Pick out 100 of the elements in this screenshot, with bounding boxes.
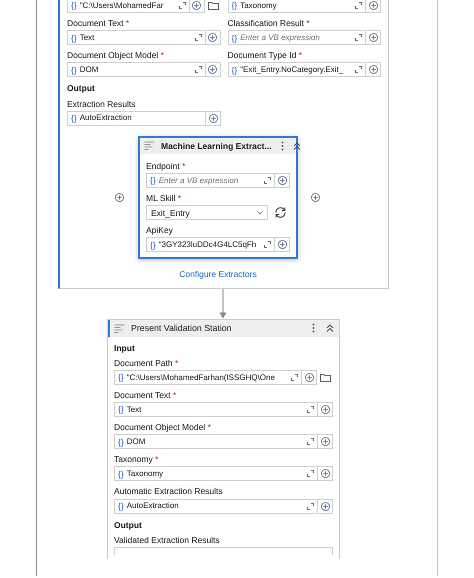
activity-icon xyxy=(114,324,125,332)
input-field[interactable]: {} Text xyxy=(114,402,318,418)
more-button[interactable] xyxy=(280,140,284,151)
add-button[interactable] xyxy=(318,498,333,514)
expand-icon xyxy=(307,406,314,414)
section-heading: Output xyxy=(114,520,143,530)
field-value[interactable]: Text xyxy=(76,32,194,42)
add-button[interactable] xyxy=(190,0,204,13)
plus-icon xyxy=(320,469,330,478)
add-button[interactable] xyxy=(366,30,381,46)
plus-icon xyxy=(208,65,217,74)
plus-icon xyxy=(368,65,378,74)
activity-icon xyxy=(144,141,155,150)
input-field[interactable]: {} "Exit_Entry.NoCategory.Exit_ xyxy=(228,62,366,78)
field-value[interactable]: AutoExtraction xyxy=(76,113,202,124)
braces-label: {} xyxy=(71,32,77,43)
braces-label: {} xyxy=(118,404,124,415)
plus-icon xyxy=(278,240,286,250)
field-label: Automatic Extraction Results xyxy=(114,486,223,496)
add-button[interactable] xyxy=(318,434,333,450)
expand-icon xyxy=(307,470,314,478)
configure-link[interactable]: Configure Extractors xyxy=(179,269,257,280)
field-value[interactable]: "Exit_Entry.NoCategory.Exit_ xyxy=(237,65,355,75)
input-field[interactable]: {} Taxonomy xyxy=(114,466,318,482)
field-value[interactable]: Text xyxy=(124,404,307,414)
folder-icon xyxy=(208,1,218,10)
input-field[interactable]: {} Taxonomy xyxy=(228,0,366,13)
field-label: Validated Extraction Results xyxy=(114,534,220,545)
browse-button[interactable] xyxy=(208,0,220,13)
input-field[interactable]: {} "C:\Users\MohamedFar xyxy=(67,0,190,13)
braces-label: {} xyxy=(118,436,124,447)
input-field[interactable]: {} Enter a VB expression xyxy=(228,30,366,46)
plus-icon xyxy=(208,114,218,123)
input-field[interactable]: {} DOM xyxy=(67,62,206,78)
input-field[interactable]: {} Text xyxy=(67,30,206,46)
field-label: Taxonomy xyxy=(114,454,153,464)
required-mark: * xyxy=(155,454,158,464)
input-field[interactable]: {} DOM xyxy=(114,434,318,450)
expand-icon xyxy=(355,66,362,74)
braces-label: {} xyxy=(71,0,77,11)
expand-icon xyxy=(264,176,271,184)
add-button[interactable] xyxy=(302,370,317,385)
field-value[interactable]: "3GY323luDDc4G4LC5qFh xyxy=(156,240,264,250)
field-value[interactable]: "C:\Users\MohamedFar xyxy=(76,0,178,10)
field-value[interactable]: Taxonomy xyxy=(124,469,307,479)
required-mark: * xyxy=(126,18,130,28)
caret-icon xyxy=(257,210,263,215)
field-value[interactable]: Taxonomy xyxy=(237,0,355,10)
field-label: Document Text xyxy=(67,18,124,28)
add-button[interactable] xyxy=(275,172,290,188)
braces-label: {} xyxy=(118,372,124,382)
input-field[interactable]: {} Enter a VB expression xyxy=(146,172,275,188)
required-mark: * xyxy=(178,192,182,203)
braces-label: {} xyxy=(232,0,238,11)
input-field[interactable] xyxy=(114,547,333,555)
braces-label: {} xyxy=(71,64,77,75)
collapse-button[interactable] xyxy=(292,142,301,150)
connector-arrow xyxy=(218,288,228,318)
plus-icon xyxy=(320,502,330,511)
required-mark: * xyxy=(306,18,310,28)
field-label: Extraction Results xyxy=(67,98,136,109)
field-label: Document Type Id xyxy=(228,50,296,60)
add-button[interactable] xyxy=(366,62,381,78)
required-mark: * xyxy=(208,422,211,432)
braces-label: {} xyxy=(232,32,238,43)
field-value[interactable]: Enter a VB expression xyxy=(237,32,355,42)
braces-label: {} xyxy=(71,113,77,124)
input-field[interactable]: {} "3GY323luDDc4G4LC5qFh xyxy=(146,237,275,252)
more-button[interactable] xyxy=(312,323,317,333)
add-button[interactable] xyxy=(206,30,220,46)
add-button[interactable] xyxy=(318,402,333,418)
add-button[interactable] xyxy=(275,237,290,252)
input-field[interactable]: {} AutoExtraction xyxy=(114,498,318,514)
section-heading: Output xyxy=(67,83,96,94)
collapse-button[interactable] xyxy=(326,324,335,332)
input-field[interactable]: {} AutoExtraction xyxy=(67,110,206,126)
required-mark: * xyxy=(182,160,186,171)
expand-icon xyxy=(194,66,202,74)
field-value[interactable]: DOM xyxy=(124,436,307,447)
braces-label: {} xyxy=(118,501,124,512)
required-mark: * xyxy=(160,50,164,60)
field-value[interactable]: Enter a VB expression xyxy=(156,176,264,186)
refresh-icon xyxy=(274,206,287,220)
add-button[interactable] xyxy=(206,62,220,78)
kebab-icon xyxy=(280,140,284,151)
input-field[interactable]: {} "C:\Users\MohamedFarhan(ISSGHQ\One xyxy=(114,370,302,385)
dropdown[interactable]: Exit_Entry xyxy=(146,205,268,220)
add-button[interactable] xyxy=(366,0,381,13)
add-button[interactable] xyxy=(206,110,221,126)
field-value[interactable]: DOM xyxy=(76,65,194,75)
field-value[interactable]: AutoExtraction xyxy=(124,501,307,511)
expand-icon xyxy=(307,438,314,446)
field-label: Endpoint xyxy=(146,160,180,171)
field-label: ApiKey xyxy=(146,225,173,236)
add-button[interactable] xyxy=(318,466,333,482)
activity-title: Present Validation Station xyxy=(131,322,233,334)
expand-icon xyxy=(291,374,298,381)
folder-icon xyxy=(320,372,331,382)
expand-icon xyxy=(264,241,271,248)
field-value[interactable]: "C:\Users\MohamedFarhan(ISSGHQ\One xyxy=(124,372,291,382)
